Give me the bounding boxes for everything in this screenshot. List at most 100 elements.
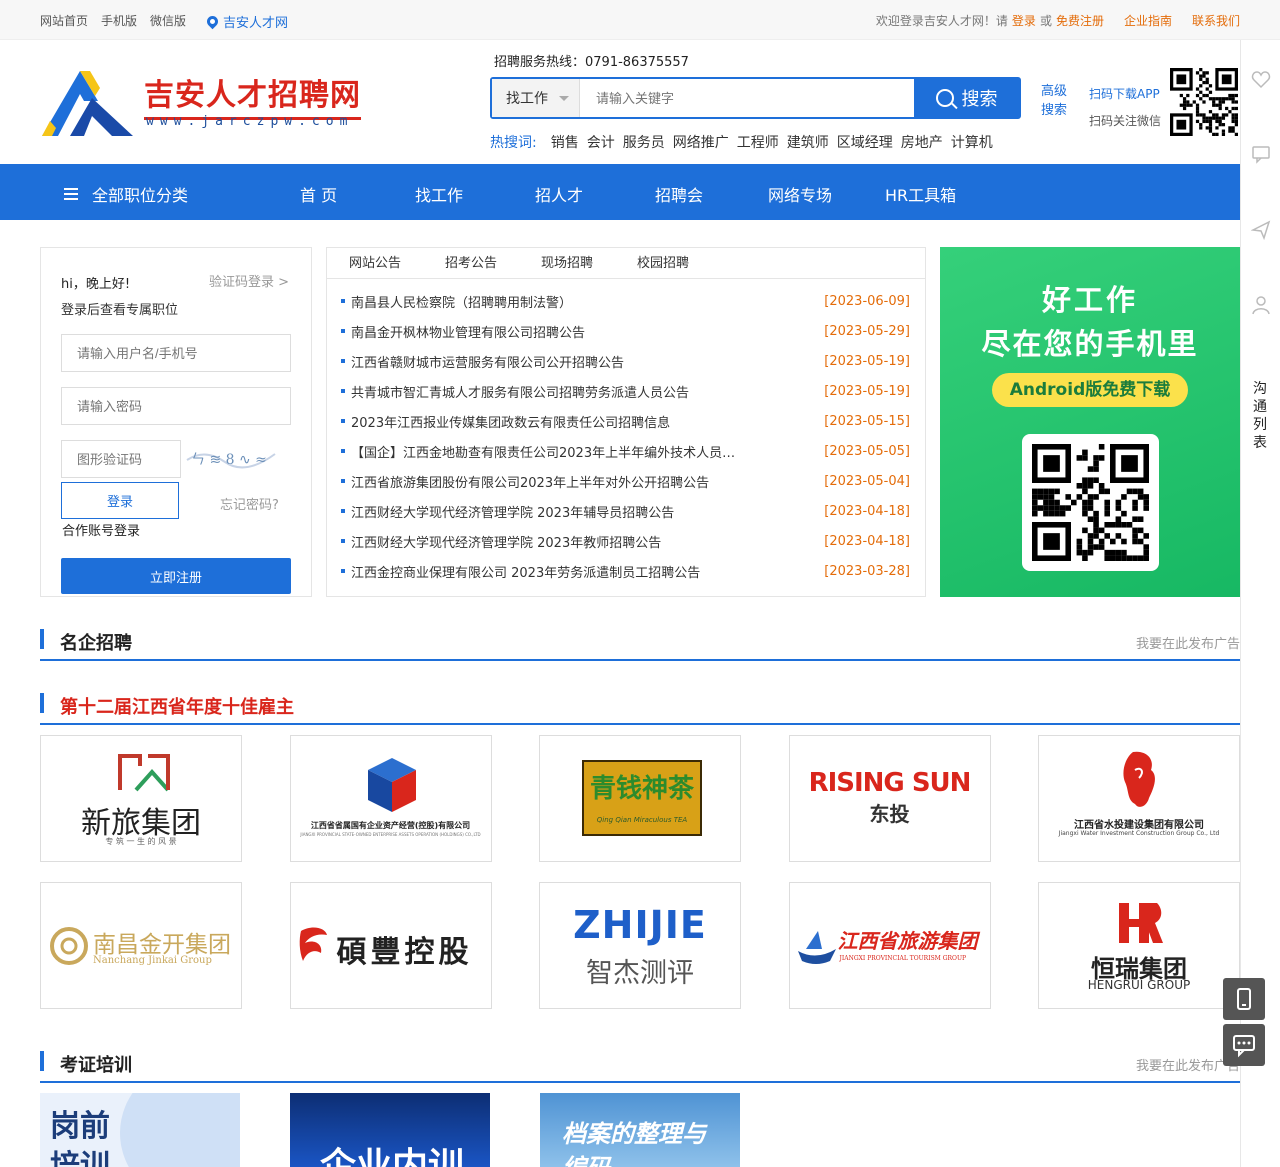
list-item[interactable]: 江西省旅游集团股份有限公司2023年上半年对外公开招聘公告 [2023-05-04… (341, 466, 910, 496)
jinkai-logo-icon (50, 927, 88, 965)
advertise-link[interactable]: 我要在此发布广告 (1136, 633, 1240, 652)
section-top-employers: 第十二届江西省年度十佳雇主 (40, 689, 1240, 725)
login-link[interactable]: 登录 (1012, 12, 1036, 29)
mobile-link[interactable]: 手机版 (101, 12, 137, 31)
hot-word[interactable]: 工程师 (737, 132, 779, 152)
employer-card[interactable]: 江西省省属国有企业资产经营(控股)有限公司 JIANGXI PROVINCIAL… (289, 735, 492, 862)
wechat-link[interactable]: 微信版 (150, 12, 186, 31)
nav-item-online-fair[interactable]: 网络专场 (768, 182, 832, 206)
hot-word[interactable]: 会计 (587, 132, 615, 152)
site-logo[interactable]: 吉安人才招聘网 www.jarczpw.com (40, 66, 370, 138)
android-download-button[interactable]: Android版免费下载 (992, 373, 1188, 407)
location-switch[interactable]: 吉安人才网 (204, 12, 288, 31)
hot-word[interactable]: 房地产 (901, 132, 943, 152)
announcement-date: [2023-04-18] (824, 533, 910, 549)
announcement-date: [2023-04-18] (824, 503, 910, 519)
tab-onsite-recruit[interactable]: 现场招聘 (541, 248, 593, 278)
training-card[interactable]: 档案的整理与编码 (540, 1093, 740, 1167)
login-button[interactable]: 登录 (61, 482, 179, 519)
chat-button[interactable] (1223, 1024, 1265, 1066)
employer-card[interactable]: 南昌金开集团 Nanchang Jinkai Group (40, 882, 242, 1009)
announcement-title: 江西财经大学现代经济管理学院 2023年辅导员招聘公告 (351, 505, 675, 521)
username-field[interactable] (61, 334, 291, 372)
employer-card[interactable]: ZHIJIE 智杰测评 (539, 882, 741, 1009)
list-item[interactable]: 【国企】江西金地勘查有限责任公司2023年上半年编外技术人员… [2023-05-… (341, 436, 910, 466)
send-icon[interactable] (1251, 220, 1271, 240)
logo-title: 吉安人才招聘网 (144, 70, 361, 120)
register-link[interactable]: 免费注册 (1056, 12, 1104, 29)
mobile-app-button[interactable] (1223, 978, 1265, 1020)
list-item[interactable]: 2023年江西报业传媒集团政数云有限责任公司招聘信息 [2023-05-15] (341, 406, 910, 436)
partner-login-link[interactable]: 合作账号登录 (62, 520, 140, 539)
nav-item-home[interactable]: 首 页 (300, 182, 337, 206)
list-item[interactable]: 南昌县人民检察院（招聘聘用制法警） [2023-06-09] (341, 286, 910, 316)
hot-word[interactable]: 区域经理 (837, 132, 893, 152)
message-icon[interactable] (1251, 144, 1271, 164)
employer-card[interactable]: 青钱神茶 Qing Qian Miraculous TEA (539, 735, 741, 862)
list-item[interactable]: 南昌金开枫林物业管理有限公司招聘公告 [2023-05-29] (341, 316, 910, 346)
search-type-select[interactable]: 找工作 (492, 79, 580, 117)
employer-guide-link[interactable]: 企业指南 (1124, 12, 1172, 29)
search-button-label: 搜索 (961, 89, 998, 110)
banner-line2: 尽在您的手机里 (981, 327, 1199, 361)
sms-login-link[interactable]: 验证码登录 > (209, 271, 289, 290)
list-item[interactable]: 共青城市智汇青城人才服务有限公司招聘劳务派遣人员公告 [2023-05-19] (341, 376, 910, 406)
list-item[interactable]: 江西财经大学现代经济管理学院 2023年教师招聘公告 [2023-04-18] (341, 526, 910, 556)
training-card[interactable]: 岗前培训 (40, 1093, 240, 1167)
app-download-link[interactable]: 扫码下载APP (1089, 81, 1161, 108)
announcement-date: [2023-05-04] (824, 473, 910, 489)
list-item[interactable]: 江西省赣财城市运营服务有限公司公开招聘公告 [2023-05-19] (341, 346, 910, 376)
employer-name: 江西省水投建设集团有限公司 (1074, 820, 1204, 831)
search-icon (935, 89, 954, 107)
search-input[interactable] (580, 79, 914, 117)
main-nav: 全部职位分类 首 页 找工作 招人才 招聘会 网络专场 HR工具箱 (0, 164, 1240, 220)
tab-site-notice[interactable]: 网站公告 (349, 248, 401, 278)
service-hotline: 招聘服务热线：0791-86375557 (494, 55, 689, 70)
banner-line1: 好工作 (1041, 283, 1138, 317)
hot-word[interactable]: 建筑师 (787, 132, 829, 152)
employer-card[interactable]: RISING SUN 东投 (788, 735, 991, 862)
employer-card[interactable]: 新旅集团 专 筑 一 生 的 风 景 (40, 735, 242, 862)
hot-word[interactable]: 计算机 (951, 132, 993, 152)
chevron-down-icon (559, 95, 569, 101)
employer-card[interactable]: 江西省水投建设集团有限公司 Jiangxi Water Investment C… (1038, 735, 1240, 862)
hot-word[interactable]: 服务员 (623, 132, 665, 152)
tab-campus-recruit[interactable]: 校园招聘 (637, 248, 689, 278)
list-item[interactable]: 江西财经大学现代经济管理学院 2023年辅导员招聘公告 [2023-04-18] (341, 496, 910, 526)
search-button[interactable]: 搜索 (914, 79, 1019, 117)
captcha-field[interactable] (61, 440, 181, 478)
hot-word[interactable]: 网络推广 (673, 132, 729, 152)
employer-name: ZHIJIE (573, 903, 707, 947)
tab-exam-notice[interactable]: 招考公告 (445, 248, 497, 278)
nav-item-find-job[interactable]: 找工作 (415, 182, 463, 206)
nav-item-find-talent[interactable]: 招人才 (535, 182, 583, 206)
captcha-image[interactable]: ㄣ ≋ 8 ∿ ≈ (185, 440, 277, 478)
employer-subtitle: Nanchang Jinkai Group (93, 955, 212, 966)
announcement-panel: 网站公告 招考公告 现场招聘 校园招聘 南昌县人民检察院（招聘聘用制法警） [20… (326, 247, 926, 597)
search-bar: 找工作 搜索 (490, 77, 1021, 119)
app-banner[interactable]: 好工作 尽在您的手机里 Android版免费下载 (940, 247, 1240, 597)
register-button[interactable]: 立即注册 (61, 558, 291, 594)
nav-item-hr-tools[interactable]: HR工具箱 (885, 182, 956, 206)
contact-link[interactable]: 联系我们 (1192, 12, 1240, 29)
employer-card[interactable]: 恒瑞集团 HENGRUI GROUP (1038, 882, 1240, 1009)
employer-card[interactable]: 碩豐控股 (289, 882, 492, 1009)
nav-item-job-fair[interactable]: 招聘会 (655, 182, 703, 206)
hot-word[interactable]: 销售 (551, 132, 579, 152)
all-categories-menu[interactable]: 全部职位分类 (64, 182, 188, 206)
password-field[interactable] (61, 387, 291, 425)
employer-card[interactable]: 江西省旅游集团 JIANGXI PROVINCIAL TOURISM GROUP (788, 882, 991, 1009)
advanced-search-link[interactable]: 高级搜索 (1041, 82, 1071, 120)
forgot-password-link[interactable]: 忘记密码? (220, 494, 279, 513)
list-item[interactable]: 江西金控商业保理有限公司 2023年劳务派遣制员工招聘公告 [2023-03-28… (341, 556, 910, 586)
xinlv-logo-icon (118, 754, 170, 792)
chat-list-link[interactable]: 沟通列表 (1253, 380, 1269, 452)
tourism-boat-icon (797, 931, 836, 964)
heart-icon[interactable] (1251, 70, 1271, 90)
shuofeng-logo-icon (299, 927, 327, 961)
training-card[interactable]: 企业内训 (290, 1093, 490, 1167)
home-link[interactable]: 网站首页 (40, 12, 88, 31)
chat-bubble-icon (1233, 1035, 1255, 1058)
user-icon[interactable] (1251, 295, 1271, 315)
employer-name: 南昌金开集团 (93, 932, 231, 958)
